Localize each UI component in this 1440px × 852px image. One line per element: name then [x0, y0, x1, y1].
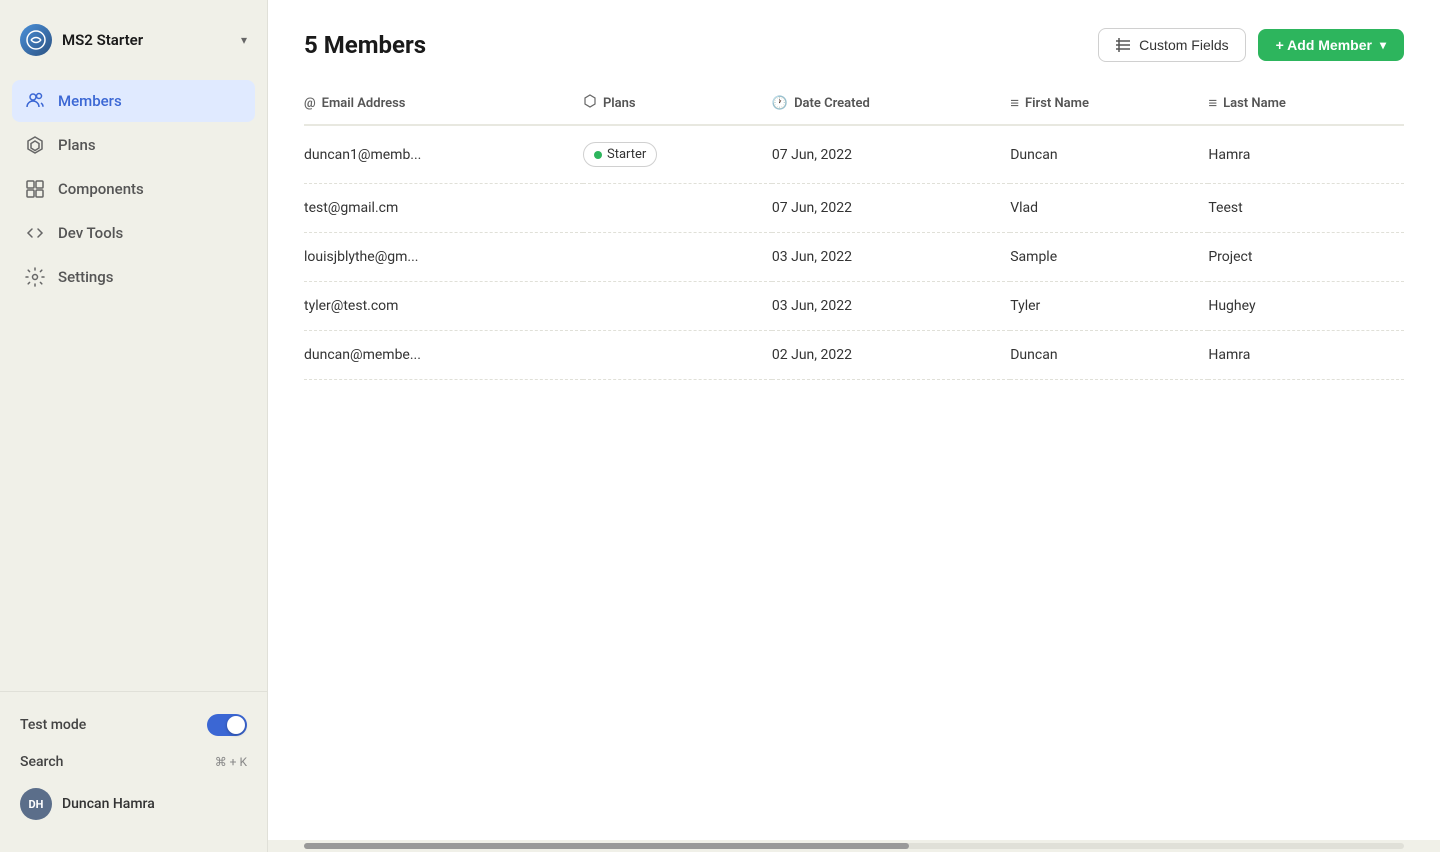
search-row[interactable]: Search ⌘ + K: [20, 746, 247, 778]
first-name-col-icon: ≡: [1010, 94, 1019, 112]
sidebar-item-dev-tools[interactable]: Dev Tools: [12, 212, 255, 254]
scrollbar-track: [304, 843, 1404, 849]
main-nav: Members Plans Components: [0, 76, 267, 691]
members-icon: [24, 90, 46, 112]
custom-fields-icon: [1115, 37, 1131, 53]
member-plan: [583, 184, 772, 233]
member-first-name: Duncan: [1010, 331, 1208, 380]
col-plans: Plans: [583, 82, 772, 125]
last-name-col-label: Last Name: [1223, 96, 1286, 111]
last-name-col-icon: ≡: [1208, 94, 1217, 112]
date-col-icon: 🕐: [772, 96, 788, 111]
plans-icon: [24, 134, 46, 156]
plans-col-label: Plans: [603, 96, 636, 111]
member-email: duncan1@memb...: [304, 125, 583, 184]
plan-label: Starter: [607, 147, 646, 162]
user-row[interactable]: DH Duncan Hamra: [20, 778, 247, 824]
avatar-initials: DH: [29, 798, 44, 811]
search-shortcut: ⌘ + K: [215, 755, 247, 769]
avatar: DH: [20, 788, 52, 820]
sidebar-item-members-label: Members: [58, 92, 122, 110]
plans-col-icon: [583, 94, 597, 112]
col-email: @ Email Address: [304, 82, 583, 125]
members-table-container[interactable]: @ Email Address Plans: [268, 82, 1440, 840]
members-tbody: duncan1@memb... Starter 07 Jun, 2022 Dun…: [304, 125, 1404, 380]
sidebar-item-plans[interactable]: Plans: [12, 124, 255, 166]
table-header-row: @ Email Address Plans: [304, 82, 1404, 125]
sidebar-bottom: Test mode Search ⌘ + K DH Duncan Hamra: [0, 691, 267, 836]
scrollbar-thumb: [304, 843, 909, 849]
member-first-name: Vlad: [1010, 184, 1208, 233]
main-header: 5 Members Custom Fields + Add Member ▾: [268, 0, 1440, 82]
member-email: test@gmail.cm: [304, 184, 583, 233]
sidebar: MS2 Starter ▾ Members: [0, 0, 268, 852]
email-col-label: Email Address: [322, 96, 406, 111]
add-member-chevron-icon: ▾: [1380, 38, 1386, 52]
add-member-label: + Add Member: [1276, 37, 1372, 53]
settings-icon: [24, 266, 46, 288]
member-email: louisjblythe@gm...: [304, 233, 583, 282]
member-last-name: Project: [1208, 233, 1404, 282]
sidebar-item-components[interactable]: Components: [12, 168, 255, 210]
member-last-name: Hamra: [1208, 125, 1404, 184]
member-date: 03 Jun, 2022: [772, 233, 1010, 282]
add-member-button[interactable]: + Add Member ▾: [1258, 29, 1404, 61]
user-name: Duncan Hamra: [62, 796, 155, 812]
components-icon: [24, 178, 46, 200]
table-row[interactable]: test@gmail.cm 07 Jun, 2022 Vlad Teest: [304, 184, 1404, 233]
member-first-name: Tyler: [1010, 282, 1208, 331]
col-date-created: 🕐 Date Created: [772, 82, 1010, 125]
app-logo: [20, 24, 52, 56]
member-date: 07 Jun, 2022: [772, 125, 1010, 184]
sidebar-item-settings[interactable]: Settings: [12, 256, 255, 298]
header-actions: Custom Fields + Add Member ▾: [1098, 28, 1404, 62]
member-first-name: Duncan: [1010, 125, 1208, 184]
custom-fields-label: Custom Fields: [1139, 37, 1228, 53]
member-email: tyler@test.com: [304, 282, 583, 331]
col-last-name: ≡ Last Name: [1208, 82, 1404, 125]
test-mode-row: Test mode: [20, 704, 247, 746]
member-plan: [583, 233, 772, 282]
member-first-name: Sample: [1010, 233, 1208, 282]
table-row[interactable]: duncan1@memb... Starter 07 Jun, 2022 Dun…: [304, 125, 1404, 184]
custom-fields-button[interactable]: Custom Fields: [1098, 28, 1245, 62]
member-date: 02 Jun, 2022: [772, 331, 1010, 380]
dev-tools-icon: [24, 222, 46, 244]
search-label: Search: [20, 754, 63, 770]
col-first-name: ≡ First Name: [1010, 82, 1208, 125]
member-last-name: Hughey: [1208, 282, 1404, 331]
date-col-label: Date Created: [794, 96, 870, 111]
email-col-icon: @: [304, 96, 316, 111]
app-title: MS2 Starter: [62, 31, 231, 49]
test-mode-toggle[interactable]: [207, 714, 247, 736]
app-header[interactable]: MS2 Starter ▾: [0, 16, 267, 76]
sidebar-item-components-label: Components: [58, 180, 144, 198]
horizontal-scrollbar[interactable]: [268, 840, 1440, 852]
table-row[interactable]: tyler@test.com 03 Jun, 2022 Tyler Hughey: [304, 282, 1404, 331]
member-plan: [583, 331, 772, 380]
sidebar-item-settings-label: Settings: [58, 268, 114, 286]
sidebar-item-members[interactable]: Members: [12, 80, 255, 122]
table-row[interactable]: duncan@membe... 02 Jun, 2022 Duncan Hamr…: [304, 331, 1404, 380]
member-date: 03 Jun, 2022: [772, 282, 1010, 331]
member-last-name: Hamra: [1208, 331, 1404, 380]
member-plan: [583, 282, 772, 331]
plan-badge: Starter: [583, 142, 657, 167]
chevron-down-icon: ▾: [241, 33, 247, 47]
sidebar-item-plans-label: Plans: [58, 136, 96, 154]
page-title: 5 Members: [304, 31, 426, 59]
toggle-knob: [227, 716, 245, 734]
member-date: 07 Jun, 2022: [772, 184, 1010, 233]
sidebar-item-dev-tools-label: Dev Tools: [58, 224, 123, 242]
test-mode-label: Test mode: [20, 717, 86, 733]
main-content: 5 Members Custom Fields + Add Member ▾: [268, 0, 1440, 852]
members-table: @ Email Address Plans: [304, 82, 1404, 380]
first-name-col-label: First Name: [1025, 96, 1089, 111]
plan-dot: [594, 151, 602, 159]
member-email: duncan@membe...: [304, 331, 583, 380]
member-plan: Starter: [583, 125, 772, 184]
member-last-name: Teest: [1208, 184, 1404, 233]
table-row[interactable]: louisjblythe@gm... 03 Jun, 2022 Sample P…: [304, 233, 1404, 282]
